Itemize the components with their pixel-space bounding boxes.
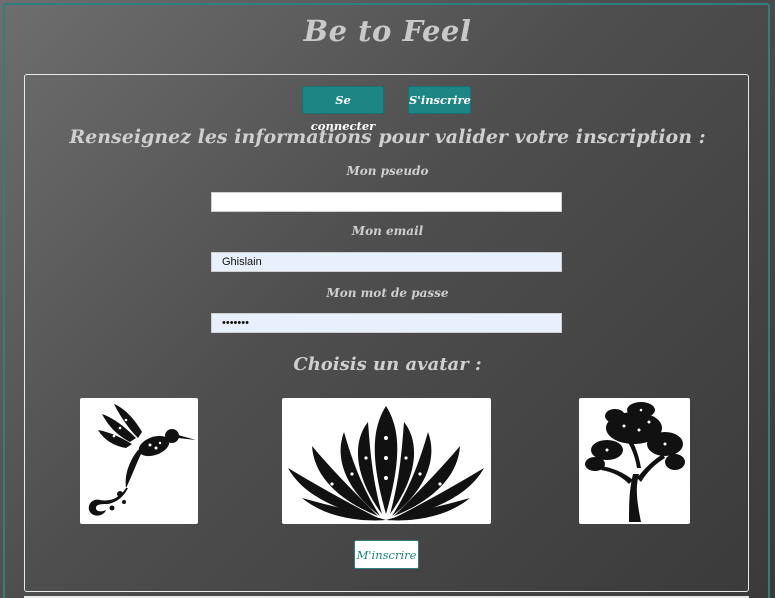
pseudo-input[interactable] — [211, 192, 562, 212]
avatar-option-hummingbird[interactable] — [80, 398, 198, 524]
avatar-option-tree[interactable] — [579, 398, 690, 524]
password-input[interactable] — [211, 313, 562, 333]
form-heading: Renseignez les informations pour valider… — [69, 126, 706, 148]
signup-tab-button[interactable]: S'inscrire — [408, 86, 471, 114]
tree-icon — [585, 402, 685, 522]
email-label: Mon email — [351, 224, 424, 238]
avatar-heading: Choisis un avatar : — [293, 354, 482, 375]
submit-signup-button[interactable]: M'inscrire — [354, 540, 419, 569]
pseudo-label: Mon pseudo — [346, 164, 429, 178]
avatar-option-lotus[interactable] — [282, 398, 491, 524]
login-tab-button[interactable]: Se connecter — [302, 86, 384, 133]
password-label: Mon mot de passe — [326, 286, 449, 300]
hummingbird-icon — [88, 404, 196, 516]
email-input[interactable] — [211, 252, 562, 272]
lotus-flower-icon — [288, 406, 484, 521]
site-title: Be to Feel — [303, 14, 472, 48]
